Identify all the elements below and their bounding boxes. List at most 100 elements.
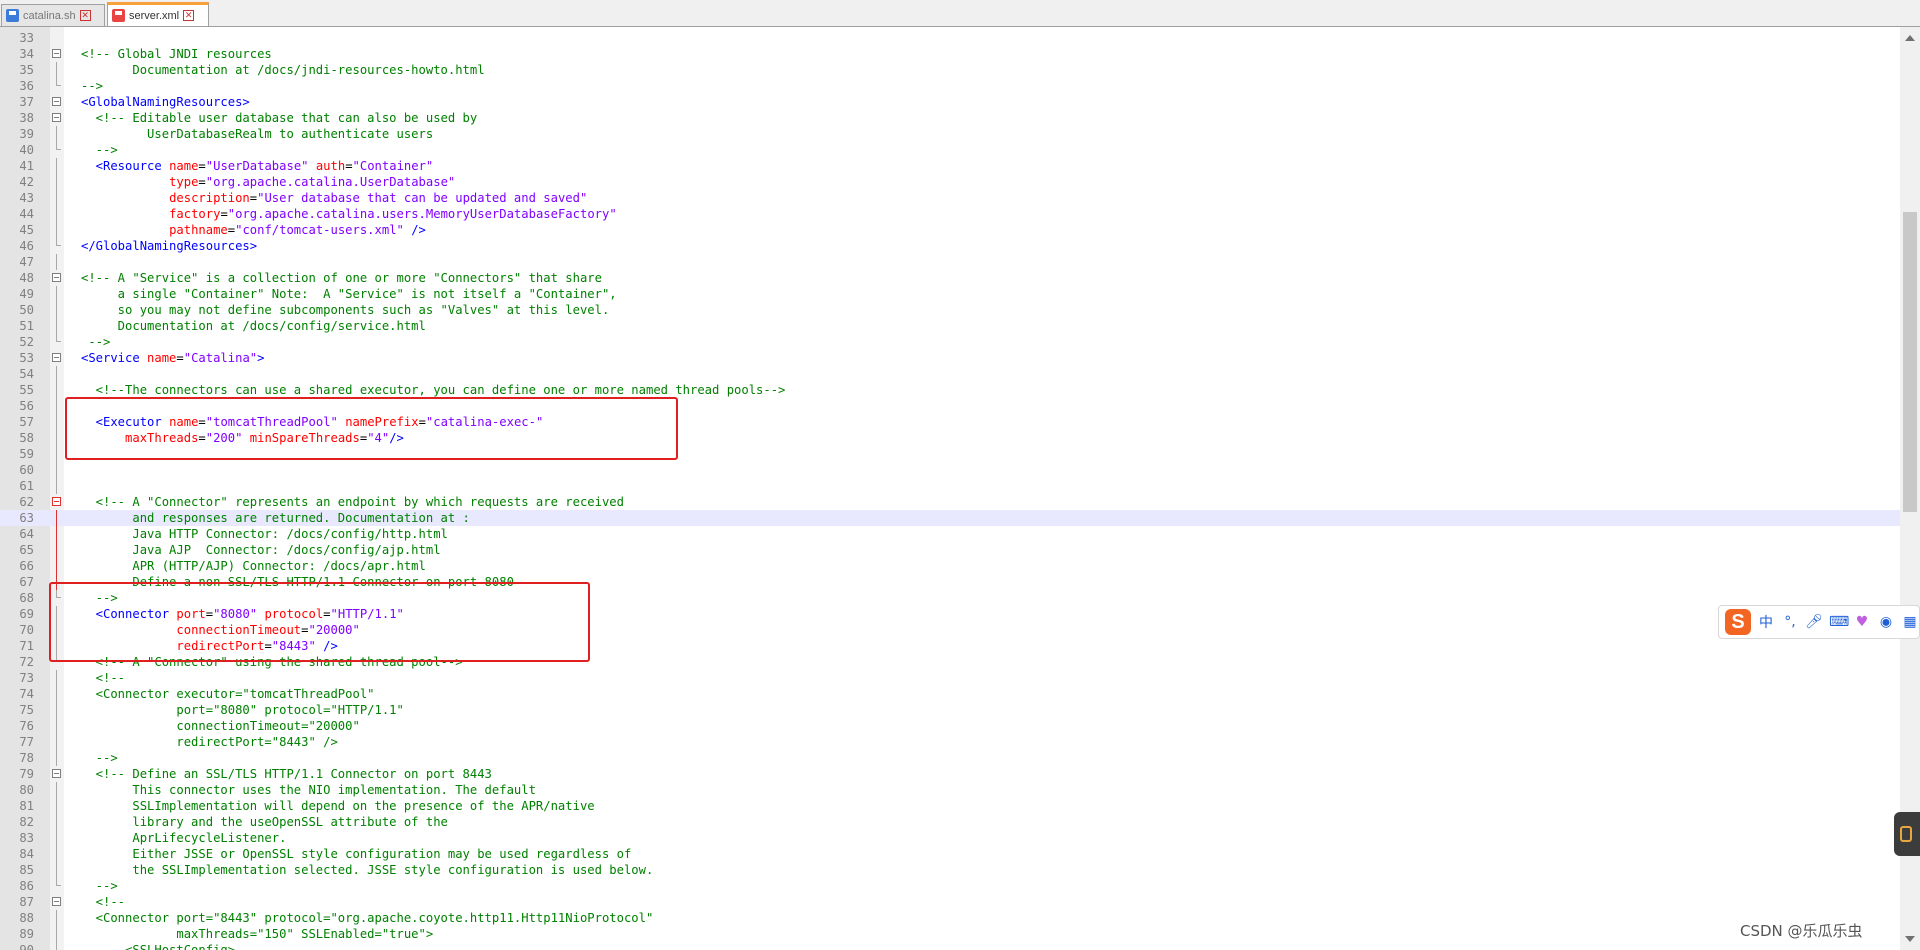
code-line[interactable]: 61 <box>0 478 1900 494</box>
fold-toggle-icon[interactable] <box>52 273 61 282</box>
code-text: and responses are returned. Documentatio… <box>81 510 470 526</box>
code-line[interactable]: 53 <Service name="Catalina"> <box>0 350 1900 366</box>
code-line[interactable]: 51 Documentation at /docs/config/service… <box>0 318 1900 334</box>
code-line[interactable]: 45 pathname="conf/tomcat-users.xml" /> <box>0 222 1900 238</box>
line-number: 44 <box>19 207 34 221</box>
fold-toggle-icon[interactable] <box>52 113 61 122</box>
code-line[interactable]: 38 <!-- Editable user database that can … <box>0 110 1900 126</box>
code-token: so you may not define subcomponents such… <box>81 303 610 317</box>
scroll-up-icon[interactable] <box>1905 35 1915 41</box>
code-line[interactable]: 47 <box>0 254 1900 270</box>
code-line[interactable]: 36 --> <box>0 78 1900 94</box>
code-line[interactable]: 75 port="8080" protocol="HTTP/1.1" <box>0 702 1900 718</box>
code-line[interactable]: 82 library and the useOpenSSL attribute … <box>0 814 1900 830</box>
code-line[interactable]: 33 <box>0 30 1900 46</box>
code-editor[interactable]: 33 34 <!-- Global JNDI resources 35 Documen… <box>0 27 1900 950</box>
fold-toggle-icon[interactable] <box>52 49 61 58</box>
code-line[interactable]: 79 <!-- Define an SSL/TLS HTTP/1.1 Conne… <box>0 766 1900 782</box>
fold-end-marker <box>56 885 61 886</box>
fold-guide <box>56 926 57 942</box>
fold-guide <box>56 478 57 494</box>
code-line[interactable]: 77 redirectPort="8443" /> <box>0 734 1900 750</box>
code-line[interactable]: 73 <!-- <box>0 670 1900 686</box>
line-number: 74 <box>19 687 34 701</box>
code-line[interactable]: 42 type="org.apache.catalina.UserDatabas… <box>0 174 1900 190</box>
code-line[interactable]: 83 AprLifecycleListener. <box>0 830 1900 846</box>
code-line[interactable]: 54 <box>0 366 1900 382</box>
code-line[interactable]: 43 description="User database that can b… <box>0 190 1900 206</box>
code-token: <!-- A "Connector" represents an endpoin… <box>81 495 624 509</box>
code-text: <!--The connectors can use a shared exec… <box>81 382 786 398</box>
grid-icon[interactable]: ▦ <box>1901 614 1919 630</box>
code-line[interactable]: 89 maxThreads="150" SSLEnabled="true"> <box>0 926 1900 942</box>
code-line[interactable]: 34 <!-- Global JNDI resources <box>0 46 1900 62</box>
code-line[interactable]: 50 so you may not define subcomponents s… <box>0 302 1900 318</box>
code-line[interactable]: 41 <Resource name="UserDatabase" auth="C… <box>0 158 1900 174</box>
code-line[interactable]: 63 and responses are returned. Documenta… <box>0 510 1900 526</box>
code-line[interactable]: 85 the SSLImplementation selected. JSSE … <box>0 862 1900 878</box>
code-line[interactable]: 49 a single "Container" Note: A "Service… <box>0 286 1900 302</box>
fold-guide <box>56 158 57 174</box>
code-line[interactable]: 35 Documentation at /docs/jndi-resources… <box>0 62 1900 78</box>
mic-icon[interactable]: 🎤︎ <box>1805 614 1823 630</box>
tab-bar: catalina.sh ✕ server.xml ✕ <box>0 0 1920 27</box>
line-number: 68 <box>19 591 34 605</box>
code-token: "UserDatabase" <box>205 159 309 173</box>
code-line[interactable]: 40 --> <box>0 142 1900 158</box>
line-number: 84 <box>19 847 34 861</box>
fold-guide <box>56 702 57 718</box>
code-line[interactable]: 87 <!-- <box>0 894 1900 910</box>
keyboard-icon[interactable]: ⌨ <box>1829 614 1849 630</box>
code-line[interactable]: 81 SSLImplementation will depend on the … <box>0 798 1900 814</box>
chinese-mode-button[interactable]: 中 <box>1757 612 1775 632</box>
scroll-down-icon[interactable] <box>1905 936 1915 942</box>
code-line[interactable]: 55 <!--The connectors can use a shared e… <box>0 382 1900 398</box>
side-panel-button[interactable] <box>1894 812 1920 856</box>
shirt-icon[interactable]: ♥ <box>1853 614 1871 630</box>
code-line[interactable]: 86 --> <box>0 878 1900 894</box>
code-line[interactable]: 76 connectionTimeout="20000" <box>0 718 1900 734</box>
fold-guide <box>56 302 57 318</box>
fold-toggle-icon[interactable] <box>52 769 61 778</box>
code-line[interactable]: 44 factory="org.apache.catalina.users.Me… <box>0 206 1900 222</box>
code-line[interactable]: 66 APR (HTTP/AJP) Connector: /docs/apr.h… <box>0 558 1900 574</box>
sogou-logo-icon[interactable]: S <box>1725 609 1751 635</box>
fold-toggle-icon[interactable] <box>52 897 61 906</box>
fold-toggle-icon[interactable] <box>52 353 61 362</box>
punctuation-button[interactable]: °, <box>1781 614 1799 630</box>
code-line[interactable]: 84 Either JSSE or OpenSSL style configur… <box>0 846 1900 862</box>
scrollbar-thumb[interactable] <box>1903 212 1917 512</box>
tab-catalina-sh[interactable]: catalina.sh ✕ <box>1 4 105 26</box>
code-line[interactable]: 48 <!-- A "Service" is a collection of on… <box>0 270 1900 286</box>
code-line[interactable]: 52 --> <box>0 334 1900 350</box>
code-token: name <box>169 159 199 173</box>
fold-guide <box>56 366 57 382</box>
code-line[interactable]: 64 Java HTTP Connector: /docs/config/htt… <box>0 526 1900 542</box>
line-number: 65 <box>19 543 34 557</box>
code-line[interactable]: 80 This connector uses the NIO implement… <box>0 782 1900 798</box>
code-text: <!-- Define an SSL/TLS HTTP/1.1 Connecto… <box>81 766 492 782</box>
code-line[interactable]: 60 <box>0 462 1900 478</box>
code-line[interactable]: 90 <SSLHostConfig> <box>0 942 1900 950</box>
code-line[interactable]: 37 <GlobalNamingResources> <box>0 94 1900 110</box>
code-line[interactable]: 62 <!-- A "Connector" represents an endp… <box>0 494 1900 510</box>
tab-server-xml[interactable]: server.xml ✕ <box>107 2 209 26</box>
code-token: Java HTTP Connector: /docs/config/http.h… <box>81 527 448 541</box>
line-number: 85 <box>19 863 34 877</box>
annotation-box-connector <box>49 582 590 662</box>
code-line[interactable]: 46 </GlobalNamingResources> <box>0 238 1900 254</box>
code-line[interactable]: 78 --> <box>0 750 1900 766</box>
close-icon[interactable]: ✕ <box>79 10 91 21</box>
fold-guide <box>56 286 57 302</box>
code-line[interactable]: 88 <Connector port="8443" protocol="org.… <box>0 910 1900 926</box>
code-line[interactable]: 39 UserDatabaseRealm to authenticate use… <box>0 126 1900 142</box>
line-number: 57 <box>19 415 34 429</box>
code-line[interactable]: 65 Java AJP Connector: /docs/config/ajp.… <box>0 542 1900 558</box>
fold-guide <box>56 398 57 414</box>
fold-toggle-icon[interactable] <box>52 497 61 506</box>
code-token: = <box>220 207 228 221</box>
fold-toggle-icon[interactable] <box>52 97 61 106</box>
gamepad-icon[interactable]: ◉ <box>1877 614 1895 630</box>
code-line[interactable]: 74 <Connector executor="tomcatThreadPool… <box>0 686 1900 702</box>
close-icon[interactable]: ✕ <box>183 10 195 21</box>
